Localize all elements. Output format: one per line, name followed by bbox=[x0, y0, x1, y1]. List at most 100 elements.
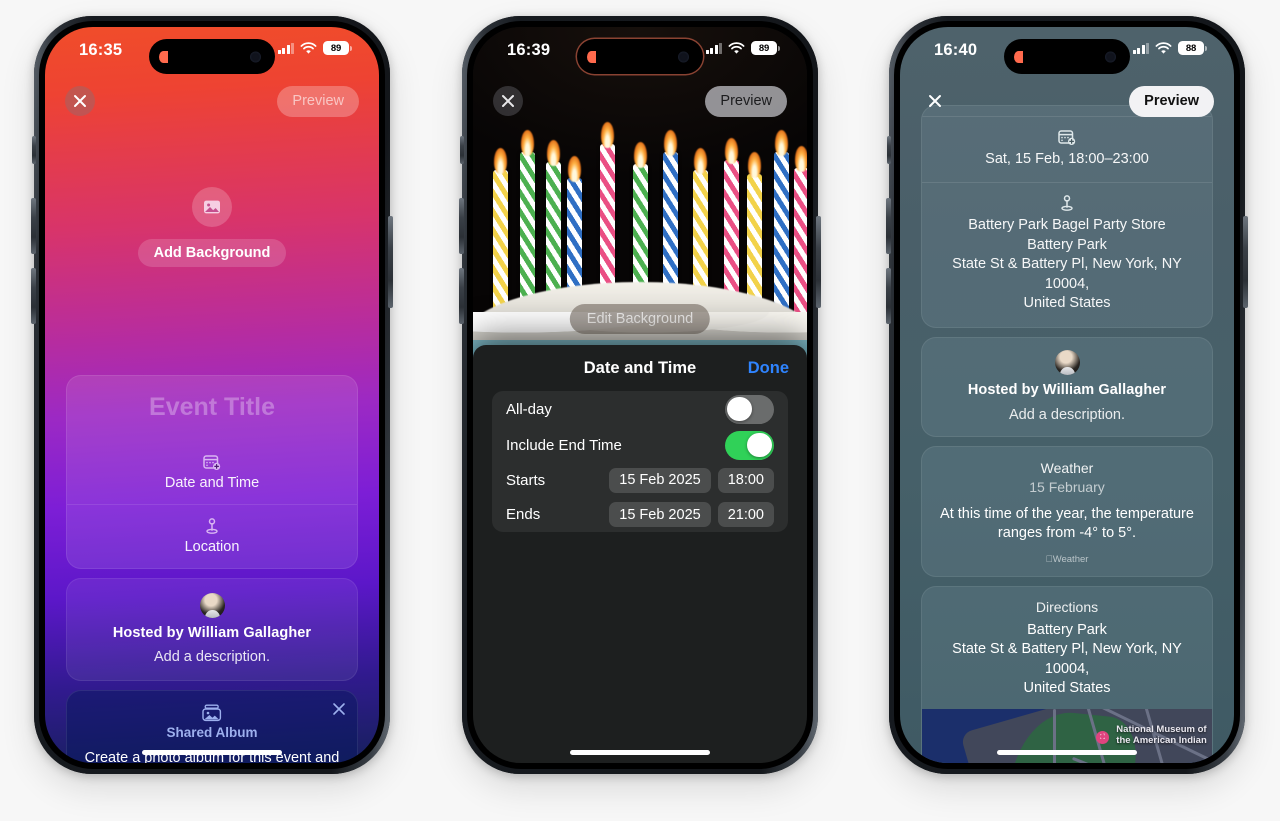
recording-indicator-icon bbox=[159, 50, 168, 63]
close-icon bbox=[74, 95, 86, 107]
candle-flame bbox=[634, 142, 648, 168]
directions-line-3: United States bbox=[1023, 680, 1111, 697]
add-background-label: Add Background bbox=[137, 239, 287, 267]
volume-up-button[interactable] bbox=[459, 198, 464, 254]
volume-up-button[interactable] bbox=[31, 198, 36, 254]
starts-time-button[interactable]: 18:00 bbox=[717, 467, 774, 493]
event-info-card: Sat, 15 Feb, 18:00–23:00 Battery Park Ba… bbox=[921, 105, 1213, 328]
volume-down-button[interactable] bbox=[886, 268, 891, 324]
candle-flame bbox=[694, 148, 708, 174]
starts-label: Starts bbox=[506, 471, 546, 489]
candle bbox=[493, 170, 509, 320]
include-end-time-row[interactable]: Include End Time bbox=[492, 427, 788, 463]
location-pin-icon bbox=[206, 518, 218, 534]
silent-switch[interactable] bbox=[460, 136, 464, 164]
calendar-plus-icon bbox=[203, 455, 221, 470]
event-details-scroll[interactable]: Sat, 15 Feb, 18:00–23:00 Battery Park Ba… bbox=[921, 105, 1213, 763]
volume-up-button[interactable] bbox=[886, 198, 891, 254]
starts-date-button[interactable]: 15 Feb 2025 bbox=[609, 467, 711, 493]
avatar bbox=[199, 593, 225, 618]
sheet-header: Date and Time Done bbox=[473, 345, 807, 391]
all-day-label: All-day bbox=[506, 400, 552, 418]
location-row[interactable]: Location bbox=[67, 504, 357, 568]
home-indicator[interactable] bbox=[570, 750, 710, 755]
close-icon bbox=[929, 95, 941, 107]
power-button[interactable] bbox=[816, 216, 821, 308]
candle-flame bbox=[747, 152, 761, 178]
directions-title: Directions bbox=[1035, 598, 1099, 615]
museum-icon[interactable]: ⛶ bbox=[1096, 731, 1109, 745]
ends-label: Ends bbox=[506, 506, 541, 524]
location-pin-icon bbox=[1061, 195, 1073, 212]
edit-background-button[interactable]: Edit Background bbox=[569, 304, 711, 334]
directions-header: Directions Battery Park State St & Batte… bbox=[922, 587, 1212, 710]
host-card[interactable]: Hosted by William Gallagher Add a descri… bbox=[921, 336, 1213, 437]
event-compose-screen: Edit Background Susan Hare’s Birthday bbox=[473, 27, 807, 763]
dynamic-island bbox=[1004, 39, 1130, 74]
ends-time-button[interactable]: 21:00 bbox=[717, 502, 774, 528]
weather-body: At this time of the year, the temperatur… bbox=[940, 505, 1194, 541]
datetime-row[interactable]: Sat, 15 Feb, 18:00–23:00 bbox=[922, 116, 1212, 182]
starts-row: Starts 15 Feb 2025 18:00 bbox=[492, 463, 788, 498]
phone-2-datetime: Edit Background Susan Hare’s Birthday bbox=[459, 16, 821, 774]
avatar bbox=[1054, 349, 1080, 375]
weather-card[interactable]: Weather 15 February At this time of the … bbox=[921, 445, 1213, 577]
description-placeholder[interactable]: Add a description. bbox=[934, 407, 1200, 423]
shared-album-title: Shared Album bbox=[166, 725, 258, 740]
power-button[interactable] bbox=[1243, 216, 1248, 308]
include-end-time-toggle[interactable] bbox=[725, 430, 774, 460]
location-row[interactable]: Battery Park Bagel Party Store Battery P… bbox=[922, 182, 1212, 326]
candle-flame bbox=[664, 130, 678, 156]
close-icon bbox=[333, 703, 345, 715]
dynamic-island bbox=[149, 39, 275, 74]
include-end-time-label: Include End Time bbox=[506, 436, 622, 454]
add-background-control[interactable]: Add Background bbox=[45, 187, 379, 267]
photo-icon bbox=[192, 187, 232, 227]
front-camera-icon bbox=[250, 51, 261, 62]
phone-1-compose: 16:35 89 Preview Add Background Event Ti… bbox=[31, 16, 393, 774]
preview-button[interactable]: Preview bbox=[277, 85, 359, 117]
power-button[interactable] bbox=[388, 216, 393, 308]
candle-flame bbox=[494, 148, 508, 174]
event-title-input[interactable]: Event Title bbox=[67, 376, 357, 441]
silent-switch[interactable] bbox=[887, 136, 891, 164]
candle-flame bbox=[774, 130, 788, 156]
volume-down-button[interactable] bbox=[459, 268, 464, 324]
phone-2-screen: Edit Background Susan Hare’s Birthday bbox=[473, 27, 807, 763]
home-indicator[interactable] bbox=[142, 750, 282, 755]
dismiss-album-button[interactable] bbox=[332, 702, 346, 721]
weather-attribution: Weather bbox=[934, 554, 1200, 565]
done-button[interactable]: Done bbox=[748, 359, 789, 378]
close-button[interactable] bbox=[920, 86, 950, 116]
preview-button[interactable]: Preview bbox=[1129, 85, 1214, 117]
close-button[interactable] bbox=[493, 86, 523, 116]
photo-icon-glyph bbox=[204, 200, 220, 214]
weather-date: 15 February bbox=[1029, 478, 1105, 495]
silent-switch[interactable] bbox=[32, 136, 36, 164]
weather-title: Weather bbox=[1040, 459, 1094, 476]
candle-flame bbox=[567, 156, 581, 182]
all-day-toggle[interactable] bbox=[725, 394, 774, 424]
candle-flame bbox=[600, 122, 614, 148]
weather-cell: Weather 15 February At this time of the … bbox=[922, 447, 1212, 576]
close-button[interactable] bbox=[65, 86, 95, 116]
phone-2-nav-row: Preview bbox=[473, 79, 807, 123]
candle-flame bbox=[724, 138, 738, 164]
phone-3-screen: Sat, 15 Feb, 18:00–23:00 Battery Park Ba… bbox=[900, 27, 1234, 763]
directions-card[interactable]: Directions Battery Park State St & Batte… bbox=[921, 585, 1213, 763]
map-label-museum: National Museum of the American Indian bbox=[1116, 723, 1207, 747]
front-camera-icon bbox=[1105, 51, 1116, 62]
sheet-options-group: All-day Include End Time Starts 15 Feb 2… bbox=[492, 391, 788, 532]
host-card[interactable]: Hosted by William Gallagher Add a descri… bbox=[66, 578, 358, 681]
description-placeholder[interactable]: Add a description. bbox=[79, 649, 345, 665]
sheet-title: Date and Time bbox=[583, 358, 697, 377]
event-datetime-text: Sat, 15 Feb, 18:00–23:00 bbox=[985, 151, 1149, 167]
date-and-time-row[interactable]: Date and Time bbox=[67, 441, 357, 504]
location-line-3: State St & Battery Pl, New York, NY 1000… bbox=[952, 256, 1182, 292]
volume-down-button[interactable] bbox=[31, 268, 36, 324]
ends-date-button[interactable]: 15 Feb 2025 bbox=[609, 502, 711, 528]
all-day-row[interactable]: All-day bbox=[492, 391, 788, 427]
home-indicator[interactable] bbox=[997, 750, 1137, 755]
phone-1-form-stack: Event Title Date and Time Location Hoste… bbox=[66, 375, 358, 681]
preview-button[interactable]: Preview bbox=[705, 85, 787, 117]
